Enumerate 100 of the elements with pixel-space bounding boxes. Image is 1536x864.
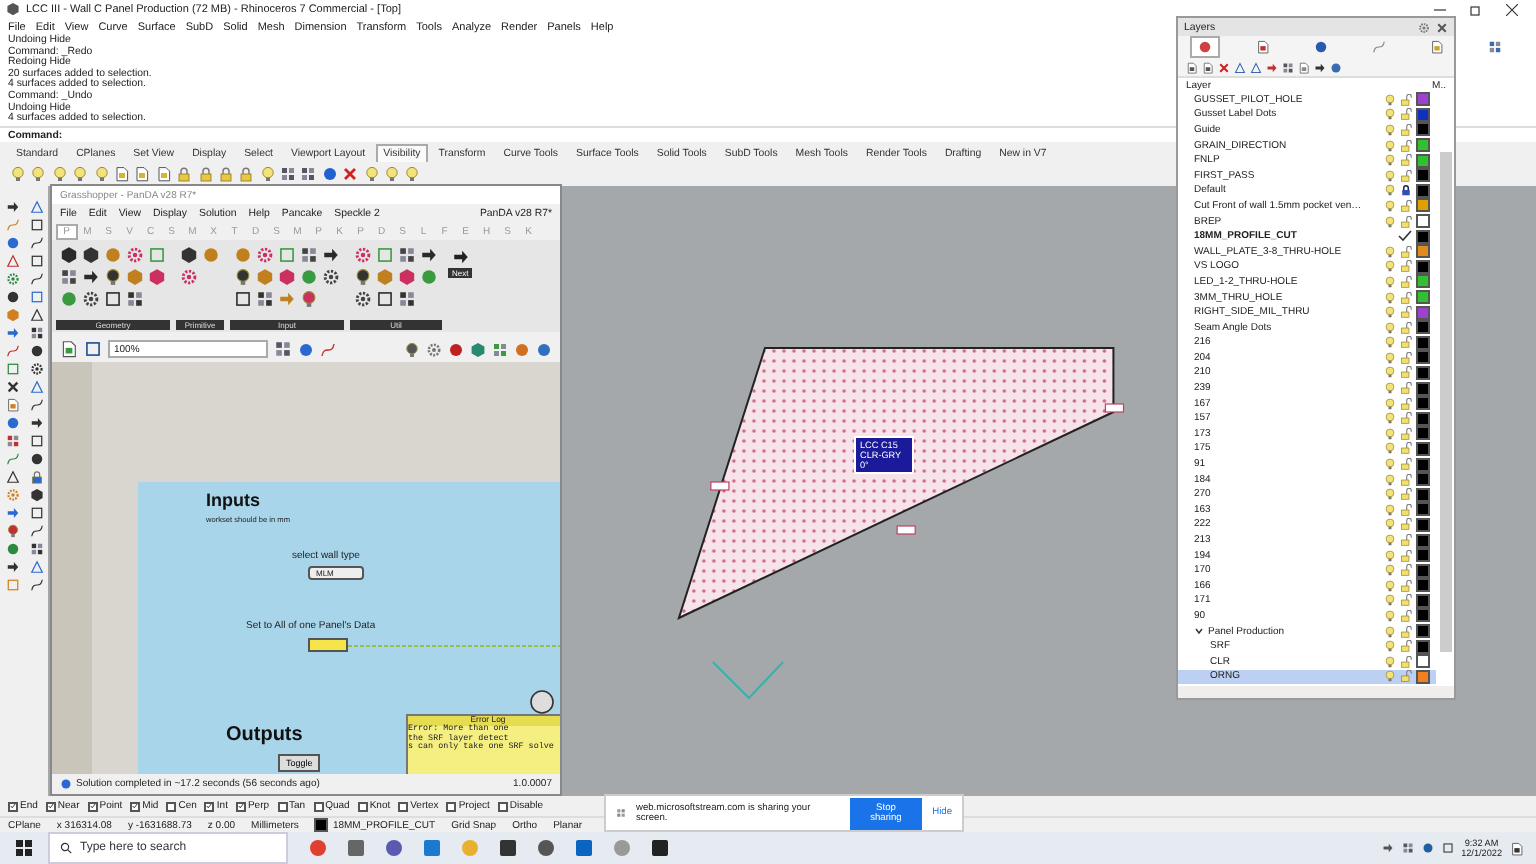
grid-icon[interactable] — [280, 166, 297, 182]
color-swatch[interactable] — [1416, 122, 1430, 137]
arrow-icon[interactable] — [29, 416, 43, 430]
arrow-icon[interactable] — [5, 560, 19, 574]
square-icon[interactable] — [29, 434, 43, 448]
toggle-node[interactable] — [308, 638, 348, 652]
restore-icon[interactable] — [1470, 3, 1482, 15]
lock-icon[interactable] — [1400, 184, 1412, 197]
grid-icon[interactable] — [1401, 842, 1414, 854]
color-swatch[interactable] — [1416, 305, 1430, 320]
cross-icon[interactable] — [1218, 61, 1230, 73]
color-swatch[interactable] — [1416, 183, 1430, 198]
bulb-icon[interactable] — [104, 268, 122, 286]
close-icon[interactable] — [1506, 3, 1518, 15]
cross-icon[interactable] — [1436, 21, 1448, 33]
color-swatch[interactable] — [1416, 107, 1430, 122]
color-swatch[interactable] — [1416, 654, 1430, 669]
color-swatch[interactable] — [1416, 138, 1430, 153]
document-icon[interactable] — [60, 340, 78, 358]
color-swatch[interactable] — [1416, 563, 1430, 578]
bulb-icon[interactable] — [5, 524, 19, 538]
triangle-icon[interactable] — [5, 470, 19, 484]
color-swatch[interactable] — [1416, 593, 1430, 608]
color-swatch[interactable] — [1416, 396, 1430, 411]
grid-icon[interactable] — [126, 290, 144, 308]
ball-icon[interactable] — [5, 290, 19, 304]
grid-icon[interactable] — [300, 246, 318, 264]
document-icon[interactable] — [1186, 61, 1198, 73]
color-swatch[interactable] — [1416, 457, 1430, 472]
square-icon[interactable] — [234, 290, 252, 308]
chevron-icon[interactable] — [1194, 626, 1204, 637]
color-swatch[interactable] — [1416, 502, 1430, 517]
bulb-icon[interactable] — [354, 268, 372, 286]
document-icon[interactable] — [1510, 841, 1524, 855]
ball-icon[interactable] — [321, 166, 338, 182]
document-icon[interactable] — [1202, 61, 1214, 73]
panel-tab[interactable] — [1190, 36, 1220, 58]
bulb-icon[interactable] — [234, 268, 252, 286]
curve-icon[interactable] — [29, 398, 43, 412]
color-swatch[interactable] — [1416, 624, 1430, 639]
scrollbar[interactable] — [1440, 152, 1452, 652]
document-icon[interactable] — [155, 166, 172, 182]
grid-icon[interactable] — [300, 166, 317, 182]
grid-icon[interactable] — [398, 290, 416, 308]
color-swatch[interactable] — [1416, 229, 1430, 244]
gear-icon[interactable] — [82, 290, 100, 308]
color-swatch[interactable] — [1416, 669, 1430, 684]
color-swatch[interactable] — [1416, 441, 1430, 456]
ball-icon[interactable] — [1421, 842, 1434, 854]
curve-icon[interactable] — [320, 341, 336, 357]
color-swatch[interactable] — [1416, 608, 1430, 623]
curve-icon[interactable] — [29, 272, 43, 286]
color-swatch[interactable] — [1416, 198, 1430, 213]
arrow-icon[interactable] — [82, 268, 100, 286]
color-swatch[interactable] — [1416, 350, 1430, 365]
square-icon[interactable] — [376, 290, 394, 308]
square-icon[interactable] — [29, 290, 43, 304]
ball-icon[interactable] — [29, 452, 43, 466]
square-icon[interactable] — [29, 218, 43, 232]
gear-icon[interactable] — [29, 362, 43, 376]
square-icon[interactable] — [104, 290, 122, 308]
color-swatch[interactable] — [1416, 244, 1430, 259]
curve-icon[interactable] — [29, 578, 43, 592]
color-swatch[interactable] — [1416, 320, 1430, 335]
color-swatch[interactable] — [1416, 411, 1430, 426]
color-swatch[interactable] — [1416, 168, 1430, 183]
color-swatch[interactable] — [1416, 578, 1430, 593]
grid-icon[interactable] — [29, 542, 43, 556]
grid-icon[interactable] — [60, 268, 78, 286]
color-swatch[interactable] — [1416, 639, 1430, 654]
grid-icon[interactable] — [5, 434, 19, 448]
minimize-icon[interactable] — [1434, 3, 1446, 15]
arrow-icon[interactable] — [1314, 61, 1326, 73]
color-swatch[interactable] — [1416, 487, 1430, 502]
color-swatch[interactable] — [1416, 533, 1430, 548]
color-swatch[interactable] — [1416, 259, 1430, 274]
curve-icon[interactable] — [29, 524, 43, 538]
hexagon-icon[interactable] — [29, 488, 43, 502]
grid-icon[interactable] — [274, 340, 292, 358]
cross-icon[interactable] — [5, 380, 19, 394]
ball-icon[interactable] — [448, 341, 464, 357]
grid-icon[interactable] — [1282, 61, 1294, 73]
color-swatch[interactable] — [1416, 153, 1430, 168]
bulb-icon[interactable] — [404, 341, 420, 357]
color-swatch[interactable] — [1416, 472, 1430, 487]
arrow-icon[interactable] — [322, 246, 340, 264]
triangle-icon[interactable] — [5, 254, 19, 268]
square-icon[interactable] — [84, 340, 102, 358]
color-swatch[interactable] — [1416, 517, 1430, 532]
square-icon[interactable] — [29, 254, 43, 268]
color-swatch[interactable] — [1416, 548, 1430, 563]
grid-icon[interactable] — [256, 290, 274, 308]
color-swatch[interactable] — [1416, 365, 1430, 380]
grid-icon[interactable] — [398, 246, 416, 264]
color-swatch[interactable] — [1416, 335, 1430, 350]
grid-icon[interactable] — [29, 326, 43, 340]
color-swatch[interactable] — [1416, 214, 1430, 229]
triangle-icon[interactable] — [29, 308, 43, 322]
cross-icon[interactable] — [342, 166, 359, 182]
arrow-icon[interactable] — [1381, 842, 1394, 854]
